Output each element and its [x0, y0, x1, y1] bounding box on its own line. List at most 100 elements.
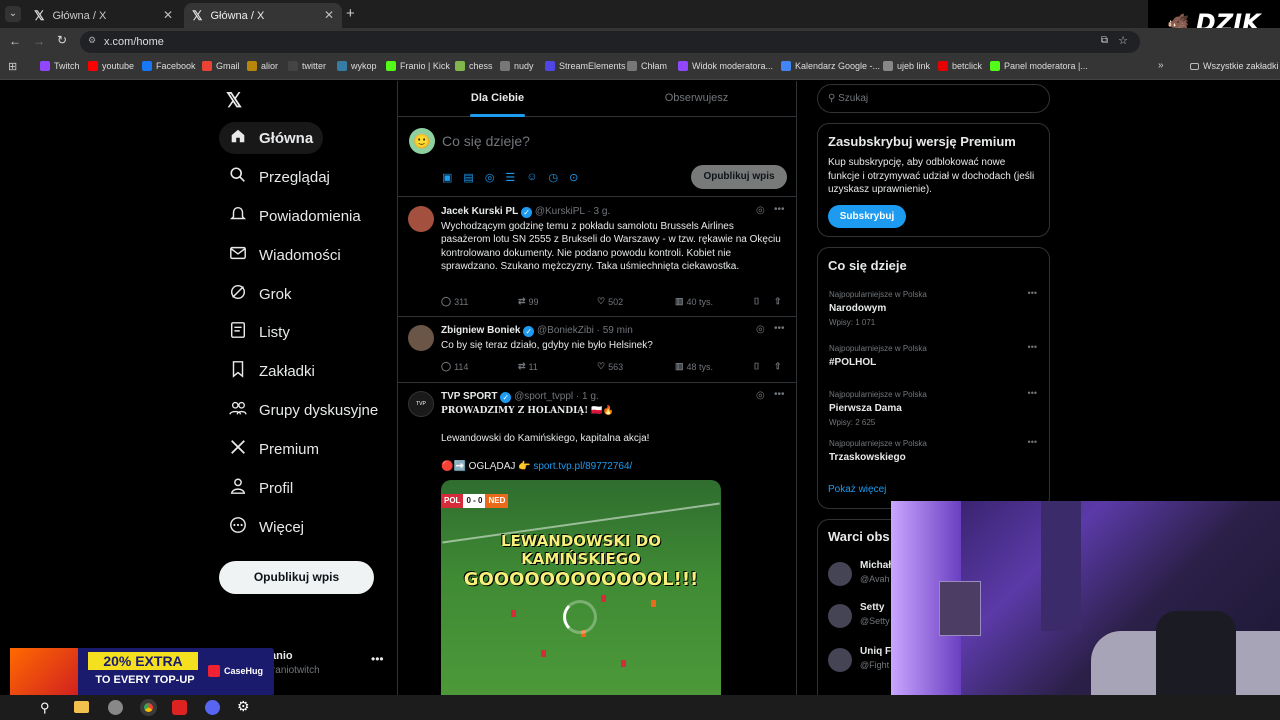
file-explorer-icon[interactable] — [74, 701, 89, 713]
bookmark-item[interactable]: alior — [247, 61, 278, 71]
more-bookmarks-icon[interactable]: » — [1158, 60, 1164, 71]
sidebar-item-3[interactable]: Powiadomienia — [219, 200, 371, 232]
bookmark-item[interactable]: Facebook — [142, 61, 196, 71]
views-button[interactable]: ▥ 40 tys. — [675, 296, 713, 307]
bookmark-button[interactable]: ⌷ — [754, 361, 759, 372]
composer-post-button[interactable]: Opublikuj wpis — [691, 165, 787, 189]
star-icon[interactable]: ☆ — [1118, 34, 1128, 47]
tweet[interactable]: Zbigniew Boniek ✓ @BoniekZibi · 59 min ◎… — [398, 317, 796, 383]
grok-icon[interactable]: ◎ — [756, 205, 765, 216]
author-name[interactable]: Jacek Kurski PL — [441, 206, 518, 217]
x-logo-icon[interactable]: 𝕏 — [226, 88, 242, 113]
bookmark-item[interactable]: Chłam — [627, 61, 667, 71]
author-handle[interactable]: @sport_tvppl — [514, 391, 573, 402]
bookmark-item[interactable]: Twitch — [40, 61, 80, 71]
bookmark-item[interactable]: Widok moderatora... — [678, 61, 773, 71]
ad-banner[interactable]: 20% EXTRA TO EVERY TOP-UP CaseHug — [10, 648, 274, 696]
apps-icon[interactable]: ⊞ — [8, 60, 17, 73]
more-icon[interactable]: ••• — [774, 204, 785, 215]
tweet-time[interactable]: · 1 g. — [576, 391, 599, 402]
subscribe-button[interactable]: Subskrybuj — [828, 205, 906, 228]
settings-icon[interactable]: ⚙ — [237, 698, 250, 715]
tweet-video[interactable]: POL 0 - 0 NED LEWANDOWSKI DO KAMIŃSKIEGO… — [441, 480, 721, 720]
author-name[interactable]: TVP SPORT — [441, 391, 498, 402]
more-icon[interactable]: ••• — [1028, 288, 1037, 298]
gif-icon[interactable]: ▤ — [463, 171, 473, 184]
search-icon[interactable]: ⚲ — [40, 700, 50, 716]
bookmark-item[interactable]: chess — [455, 61, 493, 71]
tweet-link[interactable]: sport.tvp.pl/89772764/ — [533, 461, 632, 472]
new-tab-button[interactable]: + — [346, 5, 355, 22]
chrome-icon[interactable] — [140, 699, 157, 716]
tweet[interactable]: TVP TVP SPORT ✓ @sport_tvppl · 1 g. ◎ ••… — [398, 383, 796, 720]
bookmark-item[interactable]: ujeb link — [883, 61, 930, 71]
sidebar-item-5[interactable]: Grok — [219, 278, 302, 310]
more-icon[interactable]: ••• — [774, 389, 785, 400]
reload-icon[interactable]: ↻ — [57, 33, 67, 47]
author-handle[interactable]: @BoniekZibi — [537, 325, 594, 336]
like-button[interactable]: ♡ 563 — [597, 361, 623, 372]
bookmark-item[interactable]: twitter — [288, 61, 326, 71]
reply-button[interactable]: ◯ 114 — [441, 361, 468, 372]
bookmark-item[interactable]: Franio | Kick — [386, 61, 450, 71]
bookmark-item[interactable]: youtube — [88, 61, 134, 71]
sidebar-item-7[interactable]: Zakładki — [219, 355, 325, 387]
tweet-time[interactable]: · 3 g. — [587, 206, 610, 217]
bookmark-item[interactable]: Gmail — [202, 61, 240, 71]
views-button[interactable]: ▥ 48 tys. — [675, 361, 713, 372]
forward-icon[interactable]: → — [33, 34, 45, 48]
post-button[interactable]: Opublikuj wpis — [219, 561, 374, 594]
browser-tab[interactable]: 𝕏 Główna / X ✕ — [26, 3, 181, 28]
close-tab-icon[interactable]: ✕ — [324, 8, 334, 22]
bookmark-item[interactable]: nudy — [500, 61, 534, 71]
install-icon[interactable]: ⧉ — [1101, 35, 1108, 46]
tab-search-button[interactable]: ⌄ — [5, 6, 21, 22]
repost-button[interactable]: ⇄ 11 — [518, 361, 538, 372]
show-more-link[interactable]: Pokaż więcej — [828, 484, 886, 495]
location-icon[interactable]: ⊙ — [569, 171, 578, 184]
bookmark-item[interactable]: betclick — [938, 61, 982, 71]
share-button[interactable]: ⇧ — [774, 361, 782, 372]
grok-icon[interactable]: ◎ — [756, 390, 765, 401]
bookmark-item[interactable]: Kalendarz Google -... — [781, 61, 880, 71]
share-button[interactable]: ⇧ — [774, 296, 782, 307]
bookmark-button[interactable]: ⌷ — [754, 296, 759, 307]
tab-following[interactable]: Obserwujesz — [597, 81, 796, 116]
more-icon[interactable]: ••• — [1028, 437, 1037, 447]
sidebar-item-6[interactable]: Listy — [219, 316, 300, 348]
search-input[interactable]: ⚲ Szukaj — [817, 84, 1050, 113]
schedule-icon[interactable]: ◷ — [549, 171, 559, 184]
close-tab-icon[interactable]: ✕ — [163, 8, 173, 22]
emoji-icon[interactable]: ☺ — [526, 171, 537, 184]
bookmark-item[interactable]: wykop — [337, 61, 377, 71]
poll-icon[interactable]: ☰ — [505, 171, 515, 184]
sidebar-item-4[interactable]: Wiadomości — [219, 239, 351, 271]
trend-item[interactable]: Najpopularniejsze w Polska Pierwsza Dama W… — [829, 390, 927, 427]
trend-item[interactable]: Najpopularniejsze w Polska Trzaskowskiego — [829, 439, 927, 463]
author-name[interactable]: Zbigniew Boniek — [441, 325, 520, 336]
address-bar[interactable]: ⚙ x.com/home ⧉ ☆ — [80, 31, 1140, 53]
sidebar-item-11[interactable]: Więcej — [219, 511, 314, 543]
reply-button[interactable]: ◯ 311 — [441, 296, 468, 307]
trend-item[interactable]: Najpopularniejsze w Polska #POLHOL — [829, 344, 927, 368]
back-icon[interactable]: ← — [9, 34, 21, 48]
tweet-time[interactable]: · 59 min — [597, 325, 633, 336]
repost-button[interactable]: ⇄ 99 — [518, 296, 539, 307]
sidebar-item-10[interactable]: Profil — [219, 472, 303, 504]
more-icon[interactable]: ••• — [1028, 388, 1037, 398]
sidebar-item-1[interactable]: Główna — [219, 122, 324, 154]
sidebar-item-9[interactable]: Premium — [219, 433, 329, 465]
grok-icon[interactable]: ◎ — [756, 324, 765, 335]
sidebar-item-2[interactable]: Przeglądaj — [219, 161, 340, 193]
app-icon[interactable] — [108, 700, 123, 715]
more-icon[interactable]: ••• — [774, 323, 785, 334]
browser-tab-active[interactable]: 𝕏 Główna / X ✕ — [184, 3, 342, 28]
sidebar-item-8[interactable]: Grupy dyskusyjne — [219, 394, 388, 426]
site-info-icon[interactable]: ⚙ — [88, 35, 96, 46]
image-icon[interactable]: ▣ — [442, 171, 452, 184]
all-bookmarks[interactable]: Wszystkie zakładki — [1190, 61, 1279, 71]
app-icon[interactable] — [172, 700, 187, 715]
composer-input[interactable]: Co się dzieje? — [442, 133, 530, 149]
like-button[interactable]: ♡ 502 — [597, 296, 623, 307]
grok-icon[interactable]: ◎ — [485, 171, 495, 184]
